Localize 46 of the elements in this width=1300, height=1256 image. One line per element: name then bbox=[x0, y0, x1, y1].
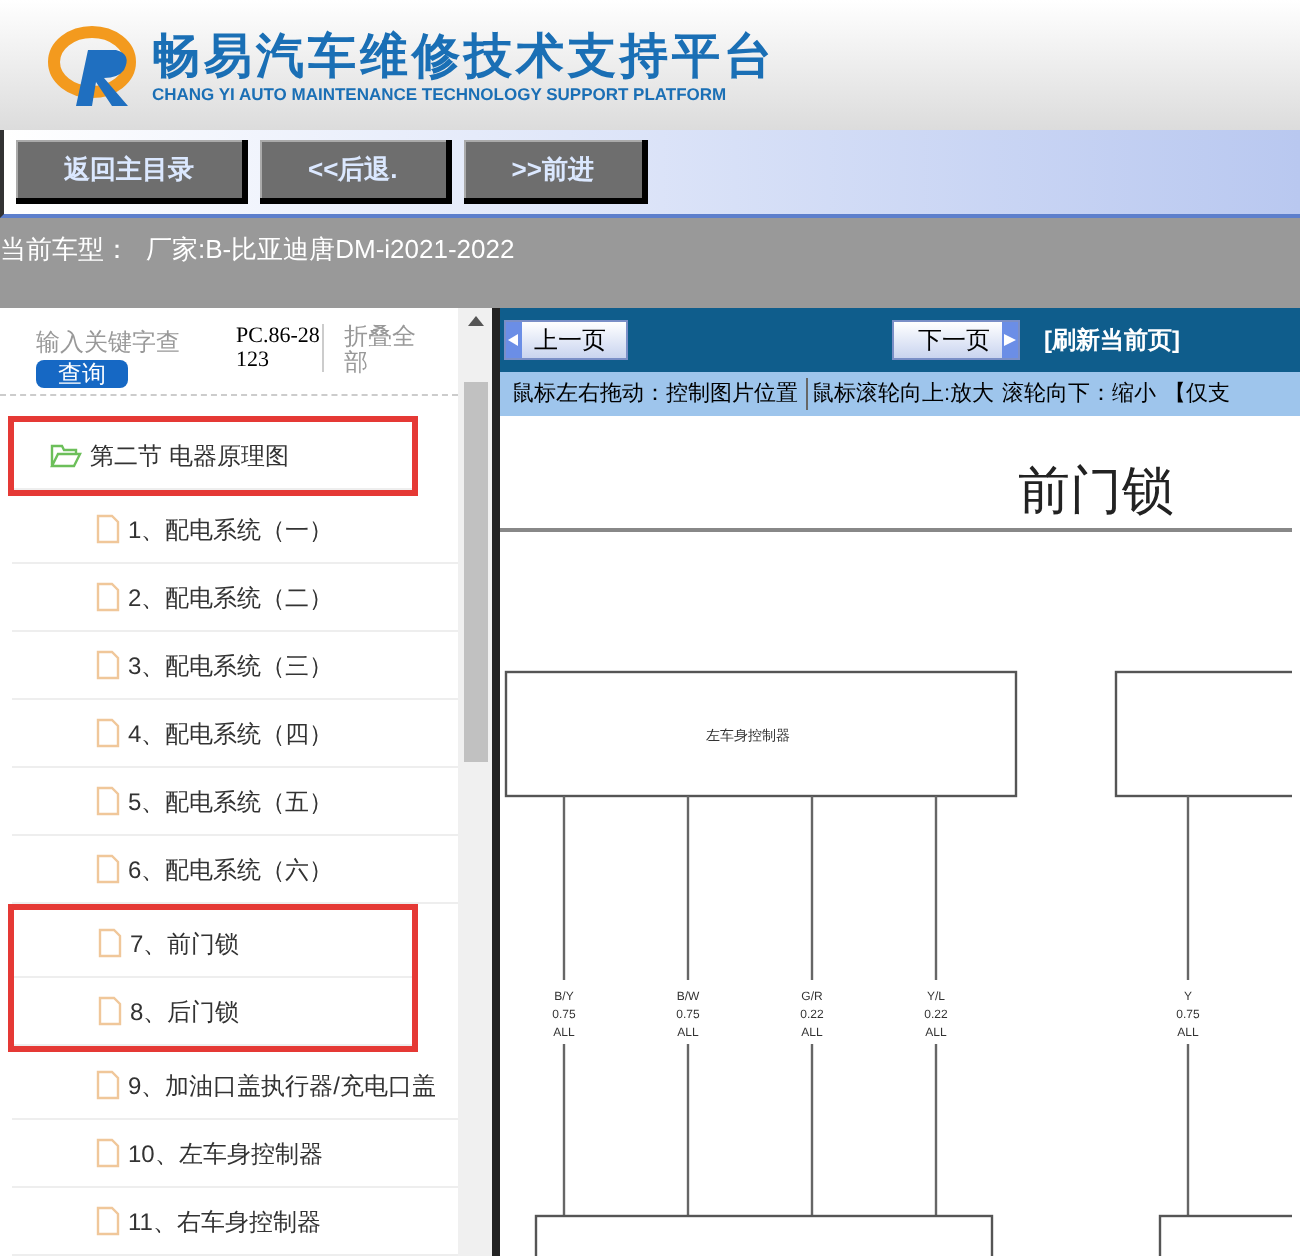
scroll-up-icon[interactable] bbox=[467, 316, 484, 326]
tree-item[interactable]: 4、配电系统（四） bbox=[12, 700, 459, 768]
diagram-title: 前门锁 bbox=[1018, 462, 1174, 522]
file-icon bbox=[96, 1206, 120, 1236]
tree-item[interactable]: 6、配电系统（六） bbox=[12, 836, 459, 904]
hint-text: 滚轮向下：缩小 bbox=[1002, 379, 1157, 410]
hint-text: 鼠标左右拖动：控制图片位置 bbox=[512, 379, 798, 410]
tree-item[interactable]: 9、加油口盖执行器/充电口盖 bbox=[12, 1052, 459, 1120]
tree-item[interactable]: 10、左车身控制器 bbox=[12, 1120, 459, 1188]
prev-page-button[interactable]: 上一页 bbox=[504, 320, 628, 360]
hint-text: 【仅支 bbox=[1164, 379, 1231, 410]
tree-item[interactable]: 11、右车身控制器 bbox=[12, 1188, 459, 1256]
tree-item[interactable]: 7、前门锁 bbox=[14, 910, 413, 978]
search-field[interactable]: 输入关键字查 bbox=[36, 324, 216, 360]
file-icon bbox=[96, 718, 120, 748]
nav-button[interactable]: <<后退. bbox=[260, 140, 452, 204]
refresh-link[interactable]: [刷新当前页] bbox=[1044, 322, 1180, 358]
file-icon bbox=[98, 928, 122, 958]
vehicle-value: 厂家:B-比亚迪唐DM-i2021-2022 bbox=[146, 232, 515, 268]
file-icon bbox=[96, 582, 120, 612]
scrollbar-thumb[interactable] bbox=[463, 382, 488, 762]
file-icon bbox=[96, 1070, 120, 1100]
folder-icon bbox=[50, 442, 82, 468]
tree-item[interactable]: 8、后门锁 bbox=[14, 978, 413, 1046]
site-subtitle: CHANG YI AUTO MAINTENANCE TECHNOLOGY SUPPORT PLATFORM bbox=[152, 83, 729, 103]
connector-block bbox=[1158, 1214, 1292, 1256]
site-title: 畅易汽车维修技术支持平台 bbox=[152, 27, 776, 83]
tree-item[interactable]: 5、配电系统（五） bbox=[12, 768, 459, 836]
nav-button[interactable]: >>前进 bbox=[463, 140, 648, 204]
hint-text: 鼠标滚轮向上:放大 bbox=[806, 377, 995, 411]
code-text: PC.86-28123 bbox=[236, 324, 324, 372]
tree-item[interactable]: 1、配电系统（一） bbox=[12, 496, 459, 564]
tree-item[interactable]: 第二节 电器原理图 bbox=[14, 422, 413, 490]
file-icon bbox=[96, 786, 120, 816]
next-page-button[interactable]: 下一页 bbox=[892, 320, 1020, 360]
file-icon bbox=[96, 854, 120, 884]
vehicle-label: 当前车型： bbox=[0, 232, 130, 268]
file-icon bbox=[98, 996, 122, 1026]
tree-item[interactable]: 3、配电系统（三） bbox=[12, 632, 459, 700]
file-icon bbox=[96, 650, 120, 680]
file-icon bbox=[96, 514, 120, 544]
file-icon bbox=[96, 1138, 120, 1168]
search-button[interactable]: 查询 bbox=[36, 360, 128, 388]
scrollbar[interactable] bbox=[458, 308, 492, 1256]
nav-button[interactable]: 返回主目录 bbox=[16, 140, 248, 204]
tree-item[interactable]: 2、配电系统（二） bbox=[12, 564, 459, 632]
